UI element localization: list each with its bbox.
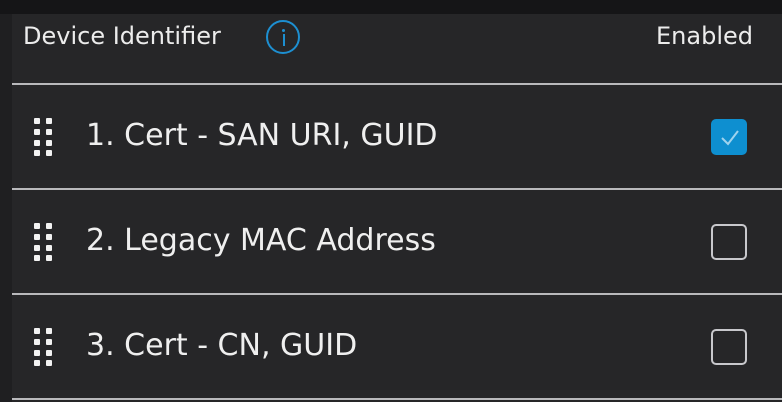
drag-handle-icon[interactable] <box>34 223 52 261</box>
checkmark-icon <box>721 130 739 146</box>
device-identifier-panel: Device Identifier Enabled 1. Cert - SAN … <box>12 14 782 402</box>
row-divider <box>12 398 782 400</box>
info-icon[interactable] <box>266 20 300 54</box>
enabled-checkbox[interactable] <box>711 119 747 155</box>
enabled-checkbox[interactable] <box>711 329 747 365</box>
row-label: 1. Cert - SAN URI, GUID <box>86 118 438 153</box>
drag-handle-icon[interactable] <box>34 118 52 156</box>
table-header: Device Identifier Enabled <box>12 14 782 84</box>
table-row: 3. Cert - CN, GUID <box>12 295 782 399</box>
column-header-device-identifier: Device Identifier <box>23 22 221 50</box>
table-row: 1. Cert - SAN URI, GUID <box>12 85 782 189</box>
column-header-enabled: Enabled <box>656 22 753 50</box>
row-label: 2. Legacy MAC Address <box>86 223 436 258</box>
row-label: 3. Cert - CN, GUID <box>86 328 358 363</box>
enabled-checkbox[interactable] <box>711 224 747 260</box>
drag-handle-icon[interactable] <box>34 328 52 366</box>
window-top-strip <box>0 0 782 14</box>
table-row: 2. Legacy MAC Address <box>12 190 782 294</box>
